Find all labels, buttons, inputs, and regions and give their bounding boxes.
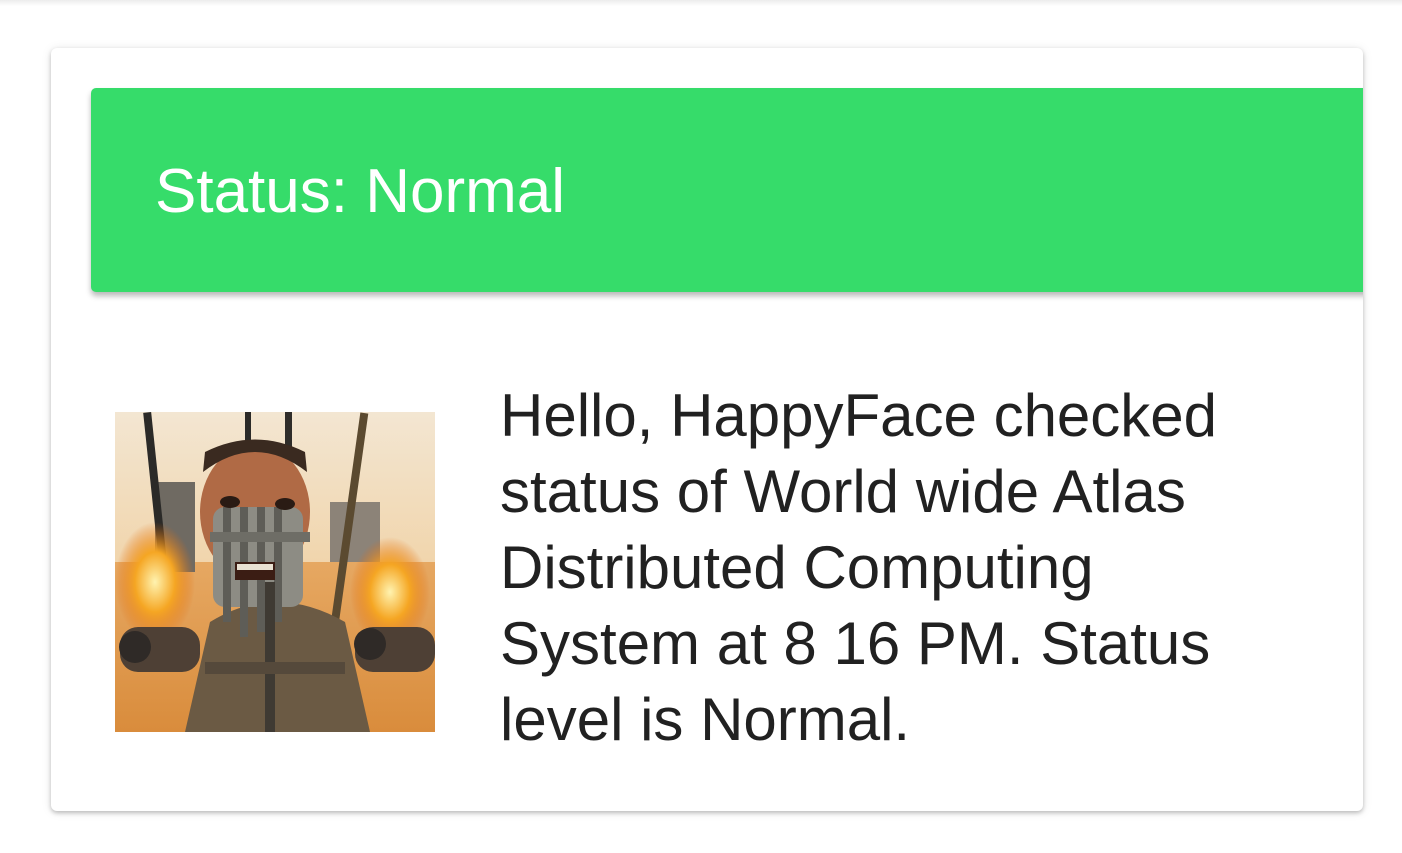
status-message: Hello, HappyFace checked status of World… (500, 382, 1218, 753)
avatar-photo-icon (115, 412, 435, 732)
avatar (115, 412, 435, 732)
top-divider (0, 0, 1402, 6)
status-title: Status: Normal (155, 157, 566, 226)
status-card: Status: Normal Hello, HappyFace checked … (51, 48, 1363, 811)
status-banner: Status: Normal (91, 88, 1363, 292)
